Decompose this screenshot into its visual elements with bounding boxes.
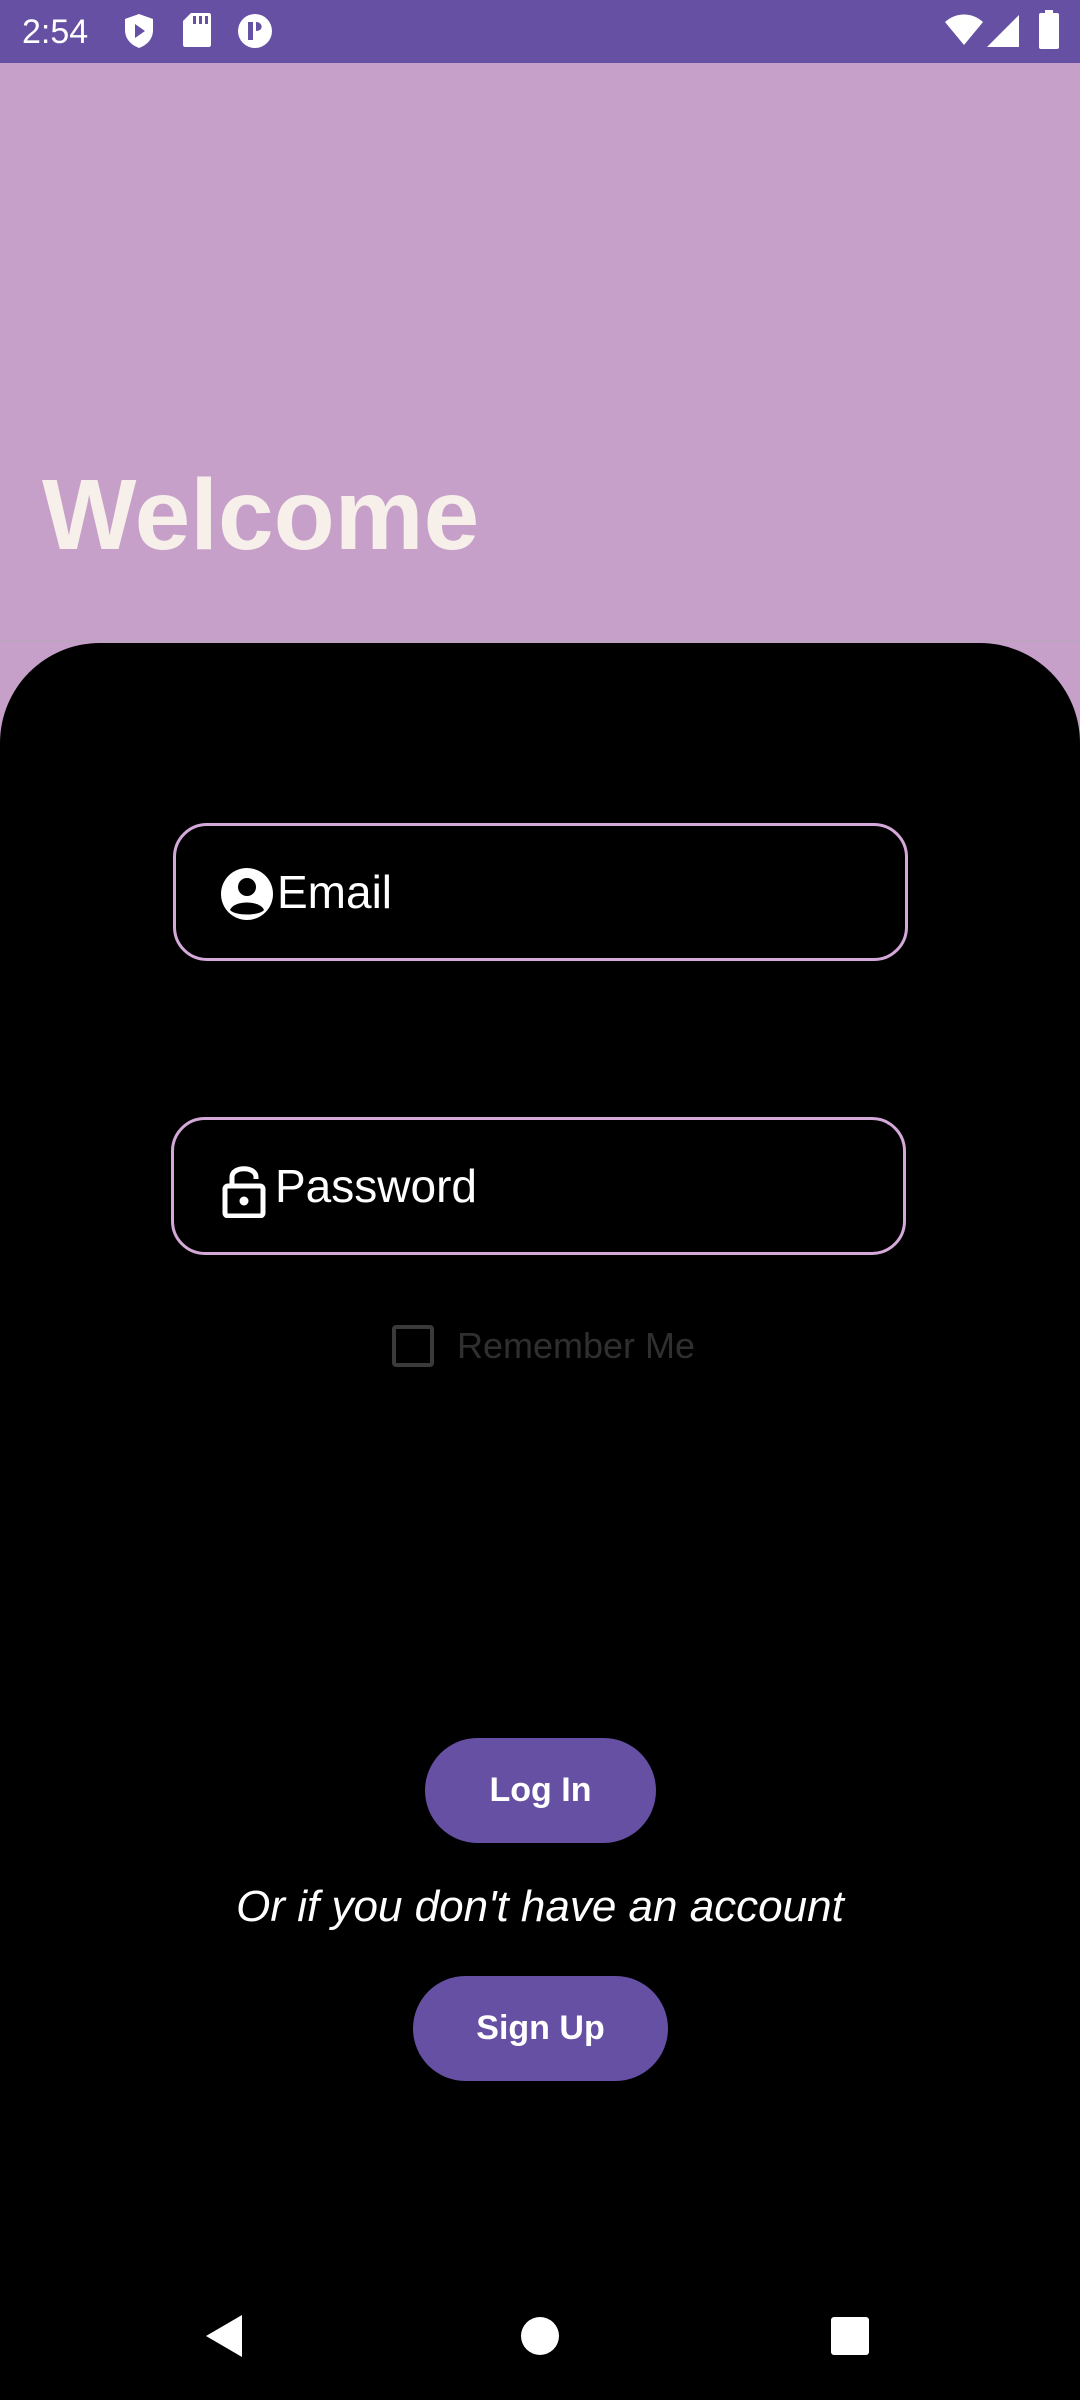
lock-open-icon	[222, 1166, 266, 1218]
password-field[interactable]: Password	[171, 1117, 906, 1255]
account-circle-icon	[221, 868, 273, 920]
wifi-icon	[945, 14, 983, 45]
remember-me-checkbox[interactable]	[392, 1325, 434, 1367]
sd-card-icon	[183, 13, 211, 47]
battery-icon	[1039, 10, 1059, 49]
status-time: 2:54	[22, 13, 89, 51]
signup-prompt: Or if you don't have an account	[236, 1882, 844, 1931]
data-saver-icon	[238, 14, 272, 48]
recents-icon[interactable]	[830, 2316, 870, 2356]
cell-signal-icon	[987, 15, 1019, 47]
password-placeholder: Password	[275, 1160, 477, 1212]
signup-button[interactable]: Sign Up	[413, 1976, 668, 2081]
navigation-bar	[0, 2273, 1080, 2400]
welcome-title: Welcome	[42, 459, 480, 571]
header-divider	[0, 640, 1080, 642]
email-placeholder: Email	[277, 866, 393, 918]
home-icon[interactable]	[520, 2316, 560, 2356]
email-field[interactable]: Email	[173, 823, 908, 961]
login-button[interactable]: Log In	[425, 1738, 656, 1843]
remember-me-label: Remember Me	[457, 1325, 696, 1366]
back-icon[interactable]	[204, 2313, 244, 2359]
shield-play-icon	[125, 14, 153, 48]
status-bar: 2:54	[0, 0, 1080, 63]
